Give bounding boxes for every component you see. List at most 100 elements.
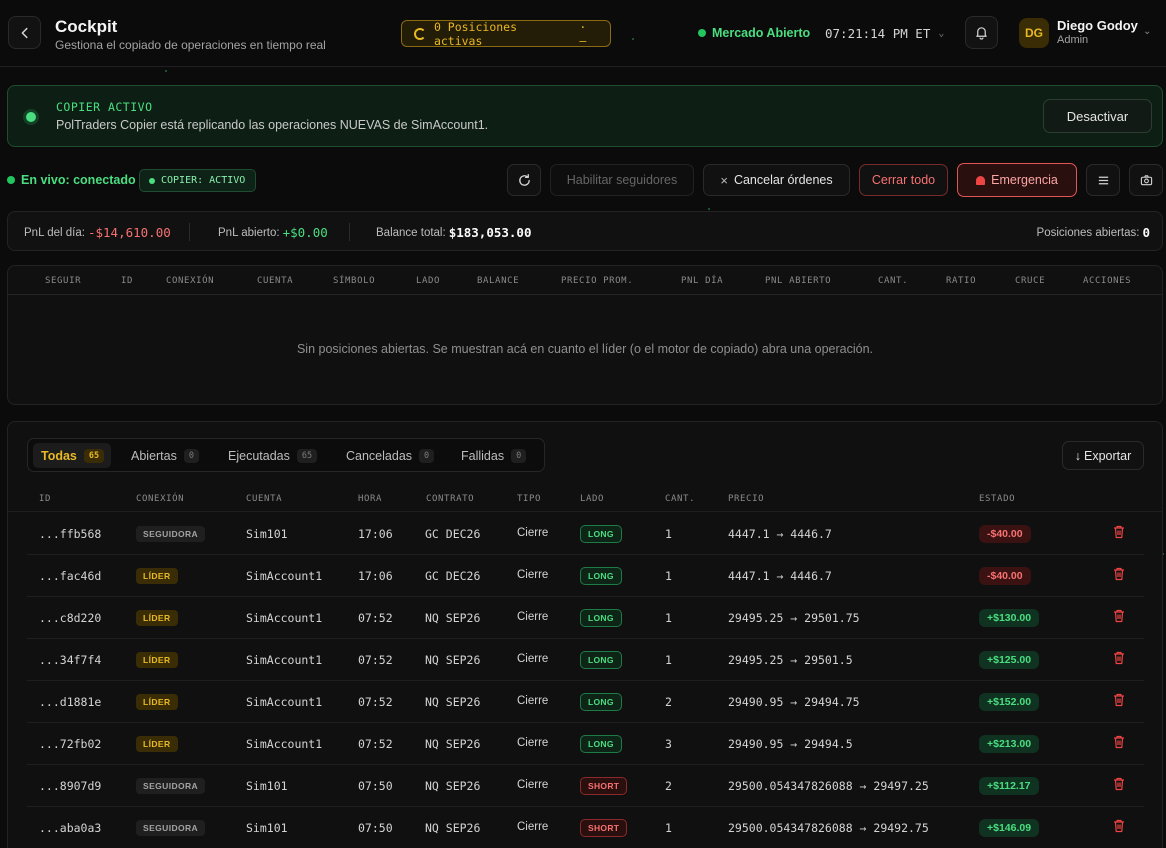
order-price: 4447.1 → 4446.7: [728, 569, 832, 583]
refresh-button[interactable]: [507, 164, 541, 196]
copier-banner-title: COPIER ACTIVO: [56, 100, 153, 114]
order-price: 29490.95 → 29494.75: [728, 695, 860, 709]
avatar[interactable]: DG: [1019, 18, 1049, 48]
status-badge: +$152.00: [979, 693, 1040, 711]
column-header: CUENTA: [246, 494, 283, 504]
order-account: Sim101: [246, 779, 288, 793]
order-contract: NQ SEP26: [425, 779, 481, 793]
trash-icon[interactable]: [1113, 735, 1125, 749]
tab-count-badge: 0: [183, 448, 199, 463]
column-header: SEGUIR: [45, 276, 82, 286]
positions-table: SEGUIR ID CONEXIÓN CUENTA SÍMBOLO LADO B…: [7, 265, 1163, 405]
screenshot-button[interactable]: [1129, 164, 1163, 196]
open-positions-label: Posiciones abiertas:: [1036, 226, 1140, 239]
menu-button[interactable]: [1086, 164, 1120, 196]
table-row[interactable]: ...d1881e LÍDER SimAccount1 07:52 NQ SEP…: [27, 681, 1144, 723]
order-account: Sim101: [246, 821, 288, 835]
tab-abiertas[interactable]: Abiertas 0: [123, 443, 206, 468]
order-contract: GC DEC26: [425, 569, 481, 583]
order-account: SimAccount1: [246, 695, 323, 709]
trash-icon[interactable]: [1113, 651, 1125, 665]
column-header: CONEXIÓN: [166, 276, 215, 286]
order-contract: NQ SEP26: [425, 653, 481, 667]
column-header: PRECIO: [728, 494, 765, 504]
positions-empty-message: Sin posiciones abiertas. Se muestran acá…: [296, 342, 874, 356]
tab-count-badge: 65: [296, 448, 318, 463]
table-row[interactable]: ...fac46d LÍDER SimAccount1 17:06 GC DEC…: [27, 555, 1144, 597]
cancel-orders-button[interactable]: × Cancelar órdenes: [703, 164, 850, 196]
orders-panel: Todas 65 Abiertas 0 Ejecutadas 65 Cancel…: [7, 421, 1163, 848]
table-row[interactable]: ...aba0a3 SEGUIDORA Sim101 07:50 NQ SEP2…: [27, 807, 1144, 848]
trash-icon[interactable]: [1113, 525, 1125, 539]
orders-tabs: Todas 65 Abiertas 0 Ejecutadas 65 Cancel…: [27, 438, 545, 472]
user-name[interactable]: Diego Godoy: [1057, 18, 1138, 33]
notifications-button[interactable]: [965, 16, 998, 49]
export-button[interactable]: ↓ Exportar: [1062, 441, 1144, 470]
order-price: 4447.1 → 4446.7: [728, 527, 832, 541]
clock-selector[interactable]: 07:21:14 PM ET ⌄: [825, 26, 944, 41]
tab-label: Abiertas: [131, 448, 177, 463]
clock-time: 07:21:14 PM ET: [825, 26, 931, 41]
download-icon: ↓: [1074, 448, 1081, 463]
connection-badge: SEGUIDORA: [136, 778, 206, 794]
order-account: SimAccount1: [246, 737, 323, 751]
column-header: CANT.: [878, 276, 909, 286]
close-icon: ×: [720, 172, 728, 188]
trash-icon[interactable]: [1113, 819, 1125, 833]
order-time: 17:06: [358, 527, 393, 541]
page-title: Cockpit: [55, 17, 118, 36]
side-badge: LONG: [580, 567, 622, 585]
trash-icon[interactable]: [1113, 609, 1125, 623]
order-id: ...72fb02: [39, 737, 102, 751]
camera-icon: [1140, 174, 1152, 185]
copier-banner-text: PolTraders Copier está replicando las op…: [56, 118, 489, 132]
enable-followers-button[interactable]: Habilitar seguidores: [550, 164, 694, 196]
cancel-orders-label: Cancelar órdenes: [733, 173, 833, 187]
order-type: Cierre: [517, 527, 549, 539]
table-row[interactable]: ...72fb02 LÍDER SimAccount1 07:52 NQ SEP…: [27, 723, 1144, 765]
column-header: CRUCE: [1015, 276, 1046, 286]
table-row[interactable]: ...ffb568 SEGUIDORA Sim101 17:06 GC DEC2…: [27, 513, 1144, 555]
tab-canceladas[interactable]: Canceladas 0: [338, 443, 441, 468]
table-row[interactable]: ...c8d220 LÍDER SimAccount1 07:52 NQ SEP…: [27, 597, 1144, 639]
table-row[interactable]: ...8907d9 SEGUIDORA Sim101 07:50 NQ SEP2…: [27, 765, 1144, 807]
tab-fallidas[interactable]: Fallidas 0: [453, 443, 533, 468]
active-positions-badge[interactable]: 0 Posiciones activas · —: [401, 20, 611, 48]
side-badge: LONG: [580, 609, 622, 627]
side-badge: LONG: [580, 525, 622, 543]
trash-icon[interactable]: [1113, 567, 1125, 581]
tab-label: Todas: [41, 448, 77, 463]
trash-icon[interactable]: [1113, 693, 1125, 707]
connection-status-label: En vivo: conectado: [21, 173, 136, 187]
user-menu-chevron-icon[interactable]: ⌄: [1143, 26, 1151, 37]
divider: [189, 223, 190, 241]
order-account: Sim101: [246, 527, 288, 541]
connection-badge: SEGUIDORA: [136, 526, 206, 542]
order-type: Cierre: [517, 569, 549, 581]
connection-badge: LÍDER: [136, 652, 178, 668]
table-row[interactable]: ...34f7f4 LÍDER SimAccount1 07:52 NQ SEP…: [27, 639, 1144, 681]
connection-status: En vivo: conectado: [7, 173, 136, 187]
close-all-button[interactable]: Cerrar todo: [859, 164, 948, 196]
trash-icon[interactable]: [1113, 777, 1125, 791]
order-quantity: 1: [665, 527, 672, 541]
deactivate-button[interactable]: Desactivar: [1043, 99, 1152, 133]
background-particle: [708, 208, 710, 210]
status-badge: +$146.09: [979, 819, 1040, 837]
order-id: ...aba0a3: [39, 821, 102, 835]
order-type: Cierre: [517, 653, 549, 665]
order-contract: NQ SEP26: [425, 695, 481, 709]
column-header: ID: [121, 276, 134, 286]
tab-todas[interactable]: Todas 65: [33, 443, 112, 468]
connection-badge: SEGUIDORA: [136, 820, 206, 836]
header: Cockpit Gestiona el copiado de operacion…: [0, 0, 1166, 67]
order-price: 29500.054347826088 → 29497.25: [728, 779, 929, 793]
back-button[interactable]: [8, 16, 41, 49]
tab-ejecutadas[interactable]: Ejecutadas 65: [220, 443, 324, 468]
tab-count-badge: 65: [83, 448, 105, 463]
order-account: SimAccount1: [246, 653, 323, 667]
balance-total: Balance total: $183,053.00: [376, 225, 531, 240]
page-subtitle: Gestiona el copiado de operaciones en ti…: [55, 38, 326, 52]
emergency-button[interactable]: Emergencia: [957, 163, 1077, 197]
order-time: 07:52: [358, 653, 393, 667]
